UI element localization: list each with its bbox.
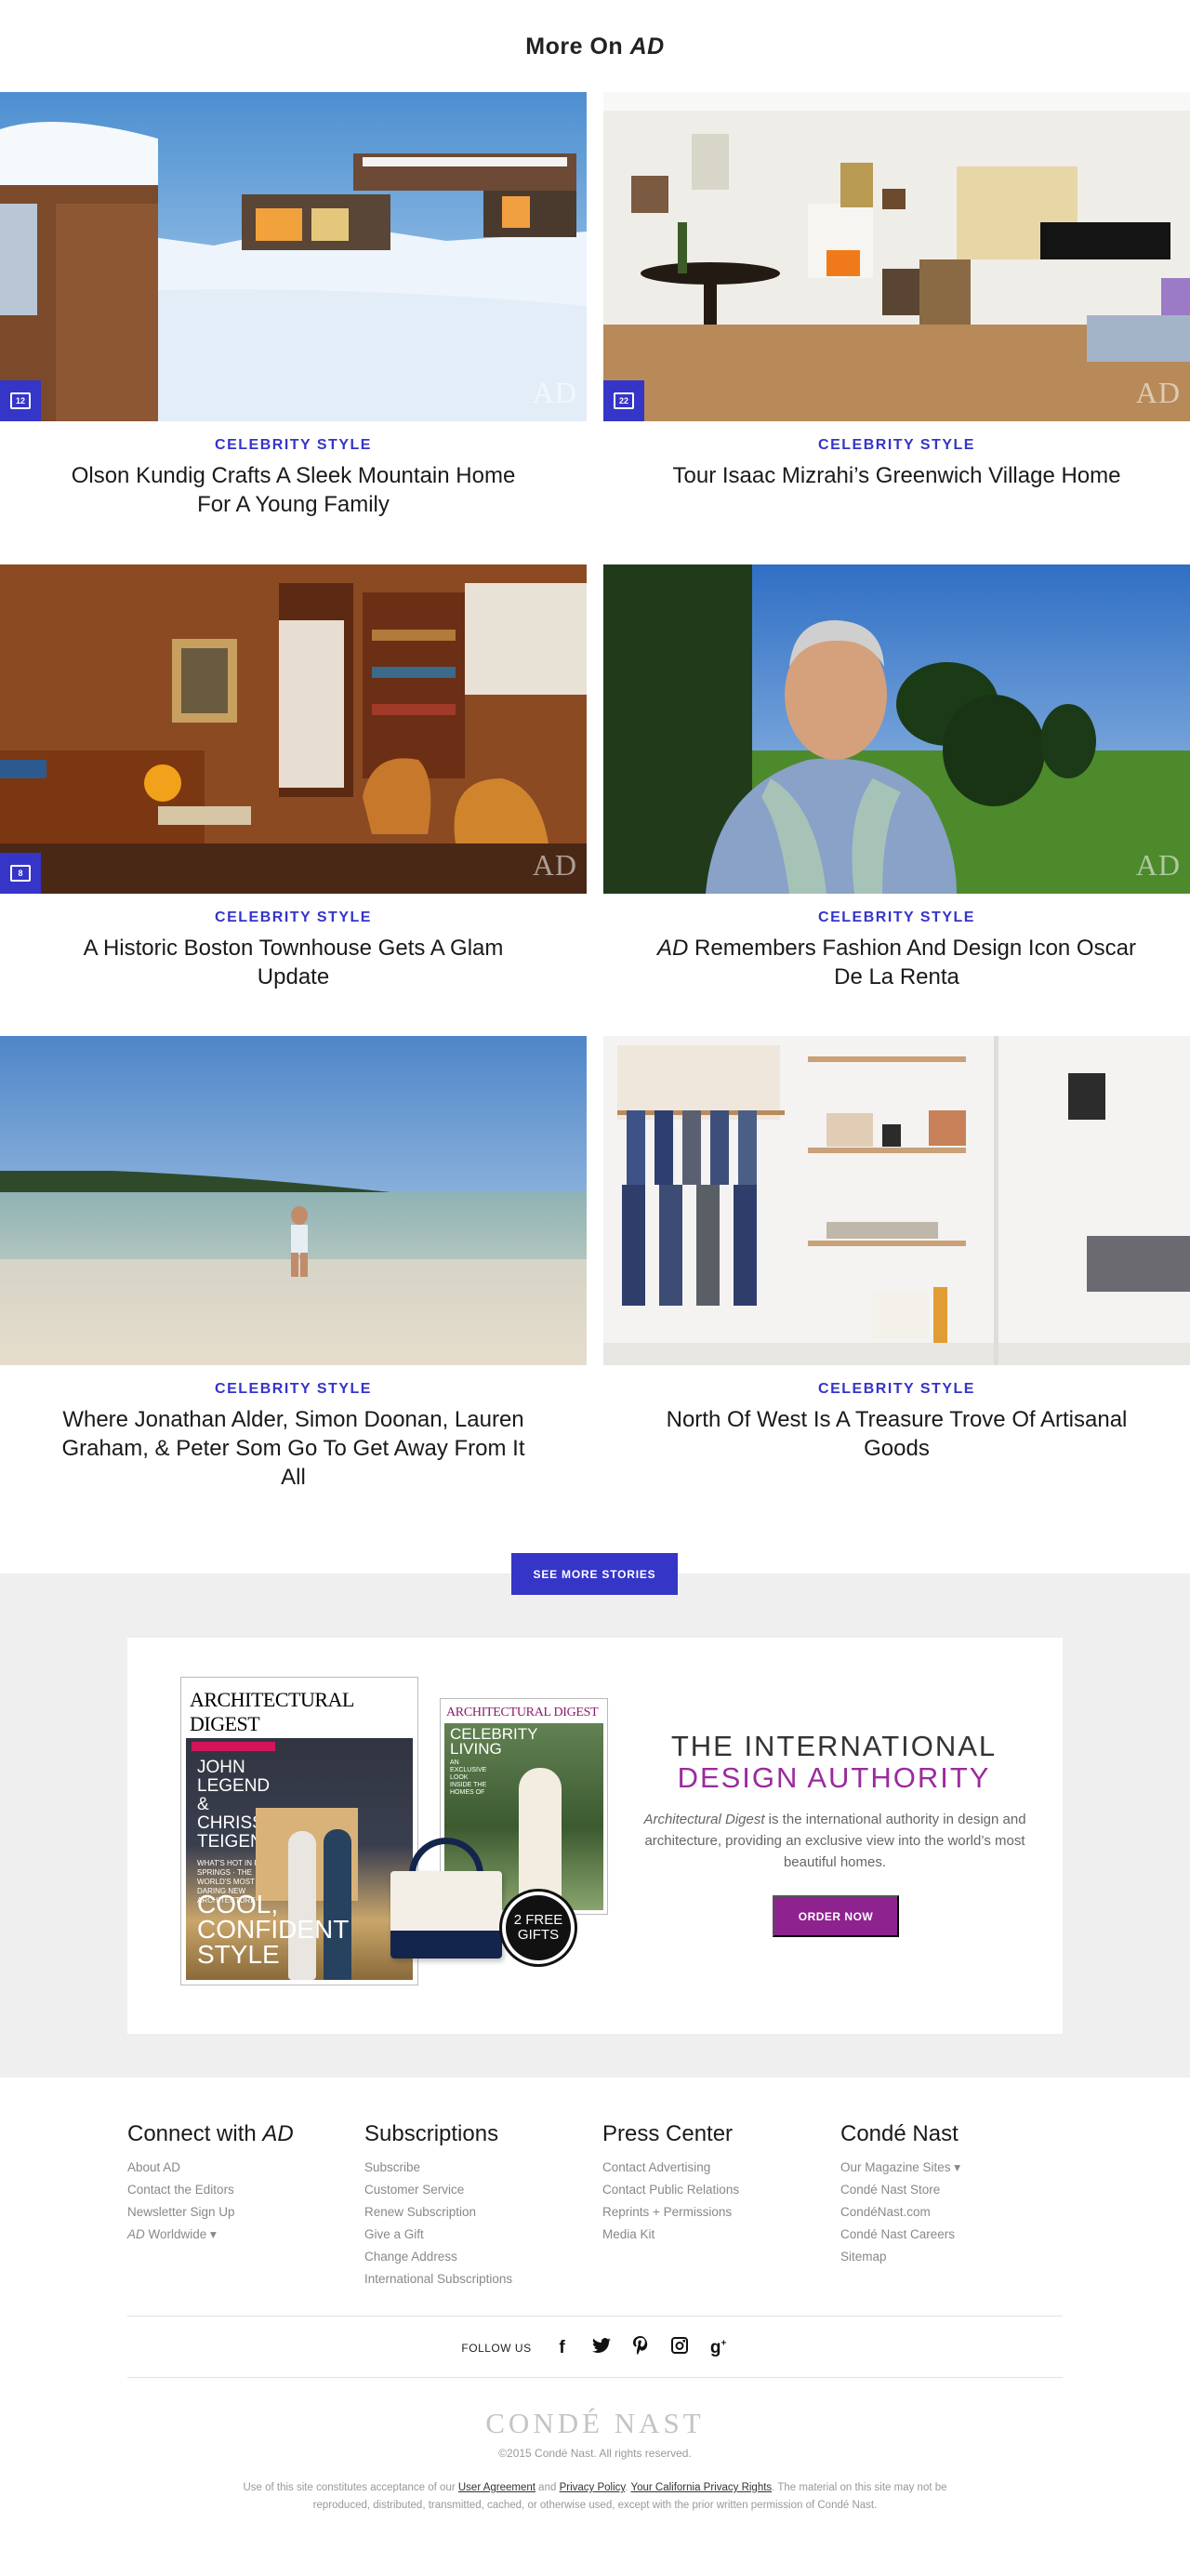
tote-bag-image [390, 1838, 502, 1959]
cover-figure [519, 1768, 562, 1907]
california-privacy-link[interactable]: Your California Privacy Rights [630, 2482, 772, 2493]
footer-link[interactable]: Newsletter Sign Up [127, 2201, 341, 2224]
story-category[interactable]: CELEBRITY STYLE [603, 1381, 1190, 1398]
user-agreement-link[interactable]: User Agreement [458, 2482, 536, 2493]
pinterest-icon[interactable] [630, 2336, 651, 2360]
story-card[interactable]: 8 AD CELEBRITY STYLE A Historic Boston T… [0, 564, 587, 991]
story-headline[interactable]: North Of West Is A Treasure Trove Of Art… [655, 1405, 1139, 1463]
footer-link[interactable]: Media Kit [602, 2224, 816, 2246]
story-image-boston-townhouse[interactable]: 8 AD [0, 564, 587, 894]
story-card[interactable]: 12 AD CELEBRITY STYLE Olson Kundig Craft… [0, 92, 587, 519]
story-card[interactable]: CELEBRITY STYLE North Of West Is A Treas… [603, 1036, 1190, 1463]
story-image-beach-getaway[interactable] [0, 1036, 587, 1365]
footer-link[interactable]: Contact the Editors [127, 2179, 341, 2201]
section-title: More On AD [525, 33, 665, 60]
story-headline[interactable]: A Historic Boston Townhouse Gets A Glam … [52, 934, 536, 991]
footer-link[interactable]: Renew Subscription [364, 2201, 578, 2224]
story-card[interactable]: CELEBRITY STYLE Where Jonathan Alder, Si… [0, 1036, 587, 1492]
footer-link[interactable]: Contact Public Relations [602, 2179, 816, 2201]
story-category[interactable]: CELEBRITY STYLE [603, 910, 1190, 926]
story-category[interactable]: CELEBRITY STYLE [0, 910, 587, 926]
gallery-icon: 22 [603, 380, 644, 421]
story-headline[interactable]: Tour Isaac Mizrahi’s Greenwich Village H… [655, 461, 1139, 490]
footer-link[interactable]: Subscribe [364, 2157, 578, 2179]
story-category[interactable]: CELEBRITY STYLE [603, 437, 1190, 454]
see-more-stories-button[interactable]: SEE MORE STORIES [511, 1553, 678, 1595]
follow-us-bar: FOLLOW US f g+ [0, 2336, 1190, 2360]
copyright-text: ©2015 Condé Nast. All rights reserved. [498, 2447, 692, 2460]
footer-heading: Connect with AD [127, 2121, 294, 2146]
footer-heading: Press Center [602, 2121, 734, 2146]
order-now-button[interactable]: ORDER NOW [773, 1895, 899, 1937]
gallery-icon: 8 [0, 853, 41, 894]
footer-divider [127, 2316, 1063, 2317]
footer-link[interactable]: International Subscriptions [364, 2268, 578, 2291]
magazine-cover-main[interactable]: ARCHITECTURAL DIGEST JOHN LEGEND & CHRIS… [180, 1677, 418, 1985]
story-headline[interactable]: Where Jonathan Alder, Simon Doonan, Laur… [52, 1405, 536, 1492]
footer-column-connect: Connect with AD About AD Contact the Edi… [127, 2121, 341, 2246]
privacy-policy-link[interactable]: Privacy Policy [560, 2482, 626, 2493]
ad-watermark: AD [532, 376, 577, 409]
story-headline[interactable]: AD Remembers Fashion And Design Icon Osc… [655, 934, 1139, 991]
footer-link[interactable]: CondéNast.com [840, 2201, 1054, 2224]
footer-heading: Condé Nast [840, 2121, 959, 2146]
story-image-oscar-de-la-renta[interactable]: AD [603, 564, 1190, 894]
instagram-icon[interactable] [669, 2337, 690, 2359]
promo-description: Architectural Digest is the internationa… [643, 1812, 1026, 1870]
promo-headline: THE INTERNATIONAL [670, 1730, 998, 1762]
magazine-masthead: ARCHITECTURAL DIGEST [186, 1682, 413, 1738]
subscription-promo: ARCHITECTURAL DIGEST JOHN LEGEND & CHRIS… [127, 1638, 1063, 2034]
footer-link[interactable]: Reprints + Permissions [602, 2201, 816, 2224]
story-category[interactable]: CELEBRITY STYLE [0, 437, 587, 454]
facebook-icon[interactable]: f [552, 2338, 573, 2358]
footer-link[interactable]: Condé Nast Store [840, 2179, 1054, 2201]
cover-small-lines: AN EXCLUSIVE LOOK INSIDE THE HOMES OF [450, 1759, 487, 1796]
legal-text: Use of this site constitutes acceptance … [243, 2482, 947, 2511]
ad-watermark: AD [532, 848, 577, 882]
story-image-north-of-west[interactable] [603, 1036, 1190, 1365]
footer-column-subscriptions: Subscriptions Subscribe Customer Service… [364, 2121, 578, 2291]
gallery-icon: 12 [0, 380, 41, 421]
story-category[interactable]: CELEBRITY STYLE [0, 1381, 587, 1398]
footer-link[interactable]: Give a Gift [364, 2224, 578, 2246]
cover-big-lines: COOL, CONFIDENT STYLE [197, 1890, 350, 1969]
story-card[interactable]: AD CELEBRITY STYLE AD Remembers Fashion … [603, 564, 1190, 991]
twitter-icon[interactable] [591, 2337, 612, 2359]
footer-link[interactable]: Our Magazine Sites ▾ [840, 2157, 1054, 2179]
footer-column-press: Press Center Contact Advertising Contact… [602, 2121, 816, 2246]
free-gifts-badge: 2 FREE GIFTS [502, 1892, 575, 1964]
story-card[interactable]: 22 AD CELEBRITY STYLE Tour Isaac Mizrahi… [603, 92, 1190, 490]
footer-column-conde-nast: Condé Nast Our Magazine Sites ▾ Condé Na… [840, 2121, 1054, 2268]
cover-tag [192, 1742, 275, 1751]
conde-nast-logo[interactable]: CONDÉ NAST [0, 2407, 1190, 2440]
story-image-mountain-home[interactable]: 12 AD [0, 92, 587, 421]
footer-link[interactable]: Customer Service [364, 2179, 578, 2201]
ad-watermark: AD [1135, 848, 1181, 882]
follow-us-label: FOLLOW US [461, 2342, 532, 2355]
footer-heading: Subscriptions [364, 2121, 499, 2146]
footer-link[interactable]: Change Address [364, 2246, 578, 2268]
magazine-masthead: ARCHITECTURAL DIGEST [444, 1703, 603, 1723]
story-headline[interactable]: Olson Kundig Crafts A Sleek Mountain Hom… [52, 461, 536, 519]
footer-link[interactable]: About AD [127, 2157, 341, 2179]
footer-divider [127, 2377, 1063, 2378]
footer-link-worldwide[interactable]: AD Worldwide ▾ [127, 2224, 341, 2246]
footer-link[interactable]: Contact Advertising [602, 2157, 816, 2179]
footer-link[interactable]: Condé Nast Careers [840, 2224, 1054, 2246]
cover-lines: CELEBRITY LIVING [450, 1725, 538, 1758]
google-plus-icon[interactable]: g+ [708, 2338, 729, 2358]
footer-link[interactable]: Sitemap [840, 2246, 1054, 2268]
story-image-mizrahi-home[interactable]: 22 AD [603, 92, 1190, 421]
ad-watermark: AD [1135, 376, 1181, 409]
promo-headline-accent: DESIGN AUTHORITY [677, 1761, 991, 1794]
